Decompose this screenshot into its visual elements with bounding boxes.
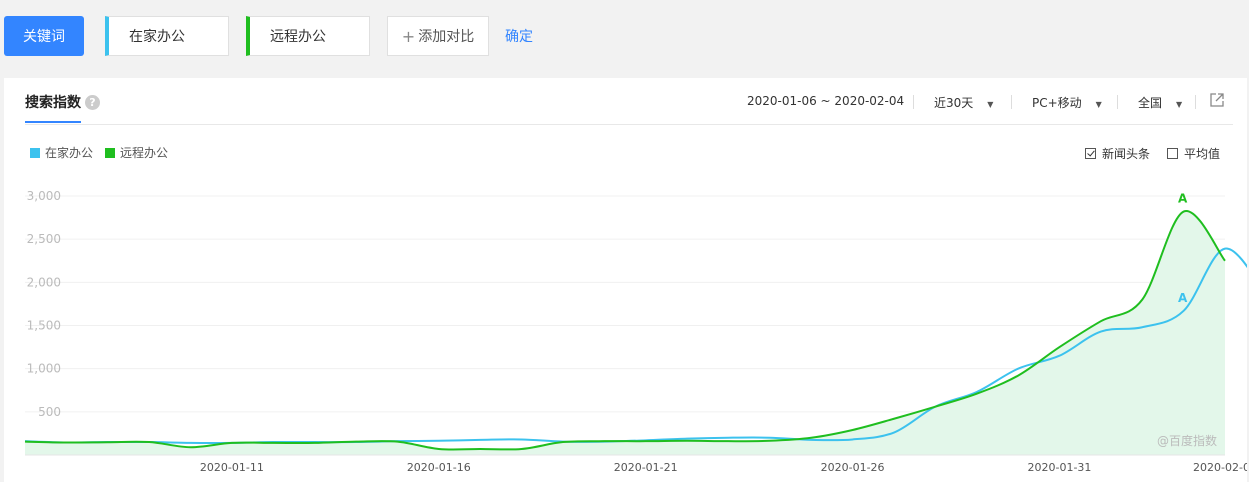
news-annotation-marker: A bbox=[1178, 192, 1188, 206]
y-tick-label: 2,000 bbox=[27, 275, 61, 289]
keyword-button[interactable]: 关键词 bbox=[4, 16, 84, 56]
term-input-remote-office[interactable]: 远程办公 bbox=[246, 16, 370, 56]
y-tick-label: 500 bbox=[38, 405, 61, 419]
confirm-link[interactable]: 确定 bbox=[505, 26, 533, 46]
plus-icon: + bbox=[401, 26, 416, 46]
y-tick-label: 1,000 bbox=[27, 362, 61, 376]
y-tick-label: 1,500 bbox=[27, 319, 61, 333]
search-index-panel: 搜索指数? 2020-01-06 ~ 2020-02-04 近30天 ▼ PC+移… bbox=[4, 78, 1247, 482]
add-compare-label: 添加对比 bbox=[418, 29, 475, 45]
toolbar: 关键词 在家办公 远程办公 + 添加对比 确定 bbox=[0, 0, 1249, 76]
search-index-chart: 500 1,000 1,500 2,000 2,500 3,000 2020-01-11 20… bbox=[24, 189, 1247, 474]
add-compare-button[interactable]: + 添加对比 bbox=[387, 16, 489, 56]
x-tick-label: 2020-01-26 bbox=[821, 461, 885, 474]
x-tick-label: 2020-02-04 bbox=[1193, 461, 1247, 474]
y-tick-label: 3,000 bbox=[27, 189, 61, 203]
area-fill bbox=[25, 210, 1225, 455]
news-annotation-marker: A bbox=[1178, 291, 1188, 305]
x-tick-label: 2020-01-16 bbox=[407, 461, 471, 474]
x-tick-label: 2020-01-11 bbox=[200, 461, 264, 474]
y-tick-label: 2,500 bbox=[27, 232, 61, 246]
x-tick-label: 2020-01-21 bbox=[614, 461, 678, 474]
x-tick-label: 2020-01-31 bbox=[1028, 461, 1092, 474]
watermark: @百度指数 bbox=[1157, 434, 1218, 448]
term-input-home-office[interactable]: 在家办公 bbox=[105, 16, 229, 56]
